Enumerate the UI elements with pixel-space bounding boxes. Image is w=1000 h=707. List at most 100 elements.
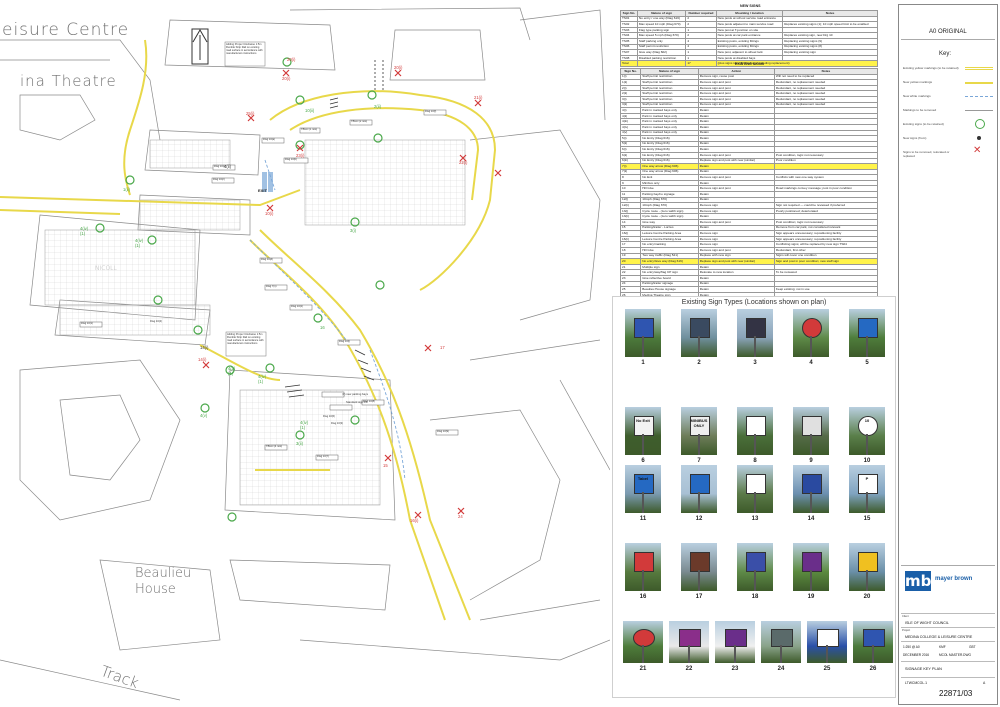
callout: Dwg 10(6) [323, 415, 335, 418]
photo-image [737, 309, 773, 357]
sign-post [642, 569, 644, 591]
sign-face [858, 317, 878, 338]
photo-number: 20 [863, 594, 871, 600]
note-top: Adding Proper Clockwise 1:5m Rumble Stri… [226, 43, 263, 56]
photo-image [849, 309, 885, 357]
sign-tag: 4(iv)(1) [258, 374, 267, 384]
photo-sign-text: 10 [864, 417, 870, 423]
site-plan [0, 7, 610, 701]
key-label: New signs (from) [903, 136, 927, 140]
key-title: Key: [939, 51, 952, 57]
sign-tag: 4(iv)(1) [80, 226, 89, 236]
callout: Dwg 10(9) [437, 430, 449, 433]
photo-number: 26 [869, 666, 877, 672]
photo-image [623, 621, 663, 663]
callout: Dwg 10(8) [363, 400, 375, 403]
sign-tag: 23(i) [296, 153, 305, 158]
photo-image: 10 [849, 407, 885, 455]
sign-photo-12: 12 [681, 465, 717, 522]
photo-image: MINIBUS ONLY [681, 407, 717, 455]
sign-tag: 20(i) [282, 76, 291, 81]
photo-number: 17 [695, 594, 703, 600]
drawing-ref: LTWCMCOL.1 [905, 681, 927, 685]
sign-tag: 1(ii) [123, 187, 130, 192]
photo-image [737, 407, 773, 455]
callout: Dwg 10(i) [339, 340, 351, 343]
sign-post [754, 433, 756, 455]
sign-tag: 10(ii) [305, 108, 315, 113]
key-label: Markings to be removed [903, 108, 937, 112]
sign-face [746, 415, 766, 436]
sign-post [688, 644, 690, 663]
sign-post [754, 569, 756, 591]
photo-image [715, 621, 755, 663]
revision: A [983, 681, 986, 685]
key-label: New white markings [903, 94, 931, 98]
sign-tag: 4(iv)(1) [300, 420, 309, 430]
photo-number: 7 [697, 458, 701, 464]
key-row: Markings to be removed [903, 105, 993, 117]
sign-post [754, 335, 756, 357]
callout: Dwg 10(2) [291, 305, 303, 308]
new-signs-caption: NEW SIGNS [740, 4, 761, 8]
client: ISLE OF WIGHT COUNCIL [905, 621, 949, 625]
sign-face [690, 317, 710, 338]
sign-face [633, 628, 655, 647]
photo-number: 22 [685, 666, 693, 672]
sign-tag: 14(i) [198, 357, 207, 362]
sign-post [866, 335, 868, 357]
sign-tag: 17 [440, 345, 445, 350]
sign-face [634, 551, 654, 572]
disabled-bays-label: (3) new parking bays [342, 392, 368, 396]
photo-number: 10 [863, 458, 871, 464]
photo-image [807, 621, 847, 663]
sign-photo-24: 24 [761, 621, 801, 672]
sign-post [642, 433, 644, 455]
photo-number: 16 [639, 594, 647, 600]
key-label: Existing signs (to be retained) [903, 122, 944, 126]
green-circle-icon [965, 119, 993, 129]
sign-post [866, 433, 868, 455]
photo-number: 23 [731, 666, 739, 672]
sign-post [810, 491, 812, 513]
photo-image [625, 543, 661, 591]
photos-title: Existing Sign Types (Locations shown on … [681, 299, 827, 306]
photo-number: 15 [863, 516, 871, 522]
callout: TBGO (2 nos) [351, 120, 368, 123]
sign-photo-16: 16 [625, 543, 661, 600]
photo-image [681, 543, 717, 591]
date: DECEMBER 2016 [903, 653, 930, 657]
sign-tag: 16(i) [410, 518, 419, 523]
photo-image: No Exit [625, 407, 661, 455]
sign-face [771, 628, 793, 647]
sign-photo-7: MINIBUS ONLY 7 [681, 407, 717, 464]
callout: TBGO (1 nos) [301, 128, 318, 131]
key-row: Existing signs (to be retained) [903, 119, 993, 131]
leisure-centre-label: eisure Centre [2, 20, 130, 40]
sign-post [642, 644, 644, 663]
photo-image [681, 309, 717, 357]
photo-number: 8 [753, 458, 757, 464]
sign-face [690, 551, 710, 572]
photo-number: 13 [751, 516, 759, 522]
nicoll-label: NICOLL [95, 265, 117, 272]
photo-number: 25 [823, 666, 831, 672]
photo-number: 24 [777, 666, 785, 672]
sign-tag: 20(i) [394, 65, 403, 70]
existing-signs-table: Sign No. Nature of sign Action Notes 1(i) Sta… [619, 68, 879, 316]
photo-sign-text: P [865, 475, 869, 481]
existing-sign-types-panel: Existing Sign Types (Locations shown on … [612, 296, 896, 698]
callout: Dwg 10(a) [263, 138, 275, 141]
sign-tag: 4(v)(1) [228, 366, 236, 376]
sign-face [746, 473, 766, 494]
callout: Dwg 7(1) [266, 285, 277, 288]
photo-image [793, 543, 829, 591]
photo-image [681, 465, 717, 513]
photo-number: 3 [753, 360, 757, 366]
photo-number: 1 [641, 360, 645, 366]
photo-number: 6 [641, 458, 645, 464]
photo-number: 11 [639, 516, 647, 522]
sign-photo-23: 23 [715, 621, 755, 672]
callout: Dwg 10(f) [425, 110, 437, 113]
photo-number: 2 [697, 360, 701, 366]
